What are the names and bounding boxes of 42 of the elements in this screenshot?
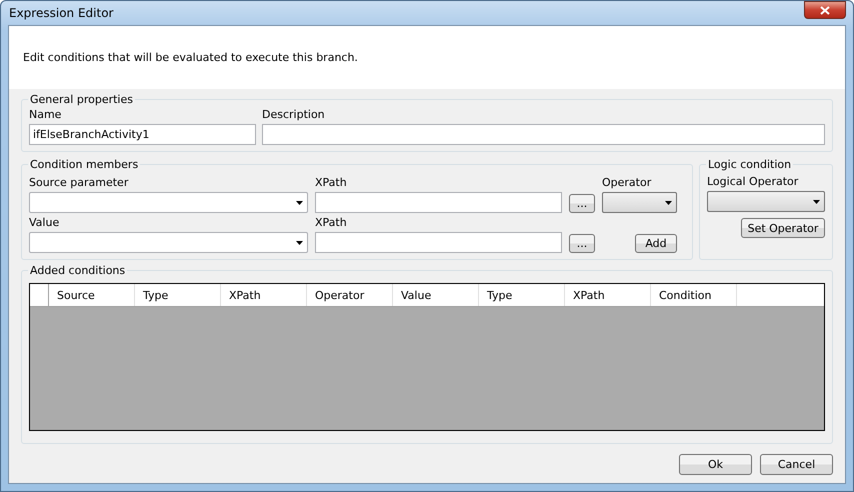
close-button[interactable] — [804, 1, 846, 19]
field-label: Operator — [602, 175, 652, 191]
column-header[interactable]: Type — [135, 284, 221, 306]
operator-dropdown[interactable] — [602, 192, 677, 213]
group-title: General properties — [29, 93, 134, 106]
caret-icon — [813, 200, 820, 204]
close-icon — [820, 6, 830, 14]
field-label: Value — [29, 215, 60, 231]
xpath-field[interactable] — [315, 192, 562, 213]
field-label: XPath — [315, 215, 348, 231]
field-label: Logical Operator — [707, 174, 800, 190]
add-button[interactable]: Add — [635, 234, 677, 253]
column-header[interactable]: Value — [393, 284, 479, 306]
name-field[interactable]: ifElseBranchActivity1 — [29, 124, 256, 145]
source-parameter-dropdown[interactable] — [29, 192, 308, 213]
window-title: Expression Editor — [8, 6, 114, 20]
browse-button[interactable]: ... — [569, 234, 595, 253]
column-header[interactable]: XPath — [221, 284, 307, 306]
group-title: Condition members — [29, 158, 140, 171]
field-label: Name — [29, 108, 62, 121]
column-header[interactable]: Source — [49, 284, 135, 306]
column-header[interactable]: Operator — [307, 284, 393, 306]
field-label: Source parameter — [29, 175, 130, 191]
dialog-button[interactable]: Ok — [679, 454, 752, 475]
instruction-text: Edit conditions that will be evaluated to execute this branch. — [23, 51, 358, 64]
caret-icon — [296, 200, 303, 204]
column-header[interactable]: Condition — [651, 284, 737, 306]
xpath-field[interactable] — [315, 232, 562, 253]
caret-icon — [296, 240, 303, 244]
group-title: Added conditions — [29, 264, 126, 277]
value-dropdown[interactable] — [29, 232, 308, 253]
dialog-button[interactable]: Cancel — [760, 454, 833, 475]
browse-button[interactable]: ... — [569, 194, 595, 213]
set-operator-button[interactable]: Set Operator — [741, 218, 825, 238]
field-label: XPath — [315, 175, 348, 191]
caret-icon — [665, 200, 672, 204]
group-title: Logic condition — [707, 158, 792, 171]
column-header[interactable]: XPath — [565, 284, 651, 306]
column-header[interactable]: Type — [479, 284, 565, 306]
field-label: Description — [262, 108, 326, 121]
description-field[interactable] — [262, 124, 825, 145]
logical-operator-dropdown[interactable] — [707, 191, 825, 212]
